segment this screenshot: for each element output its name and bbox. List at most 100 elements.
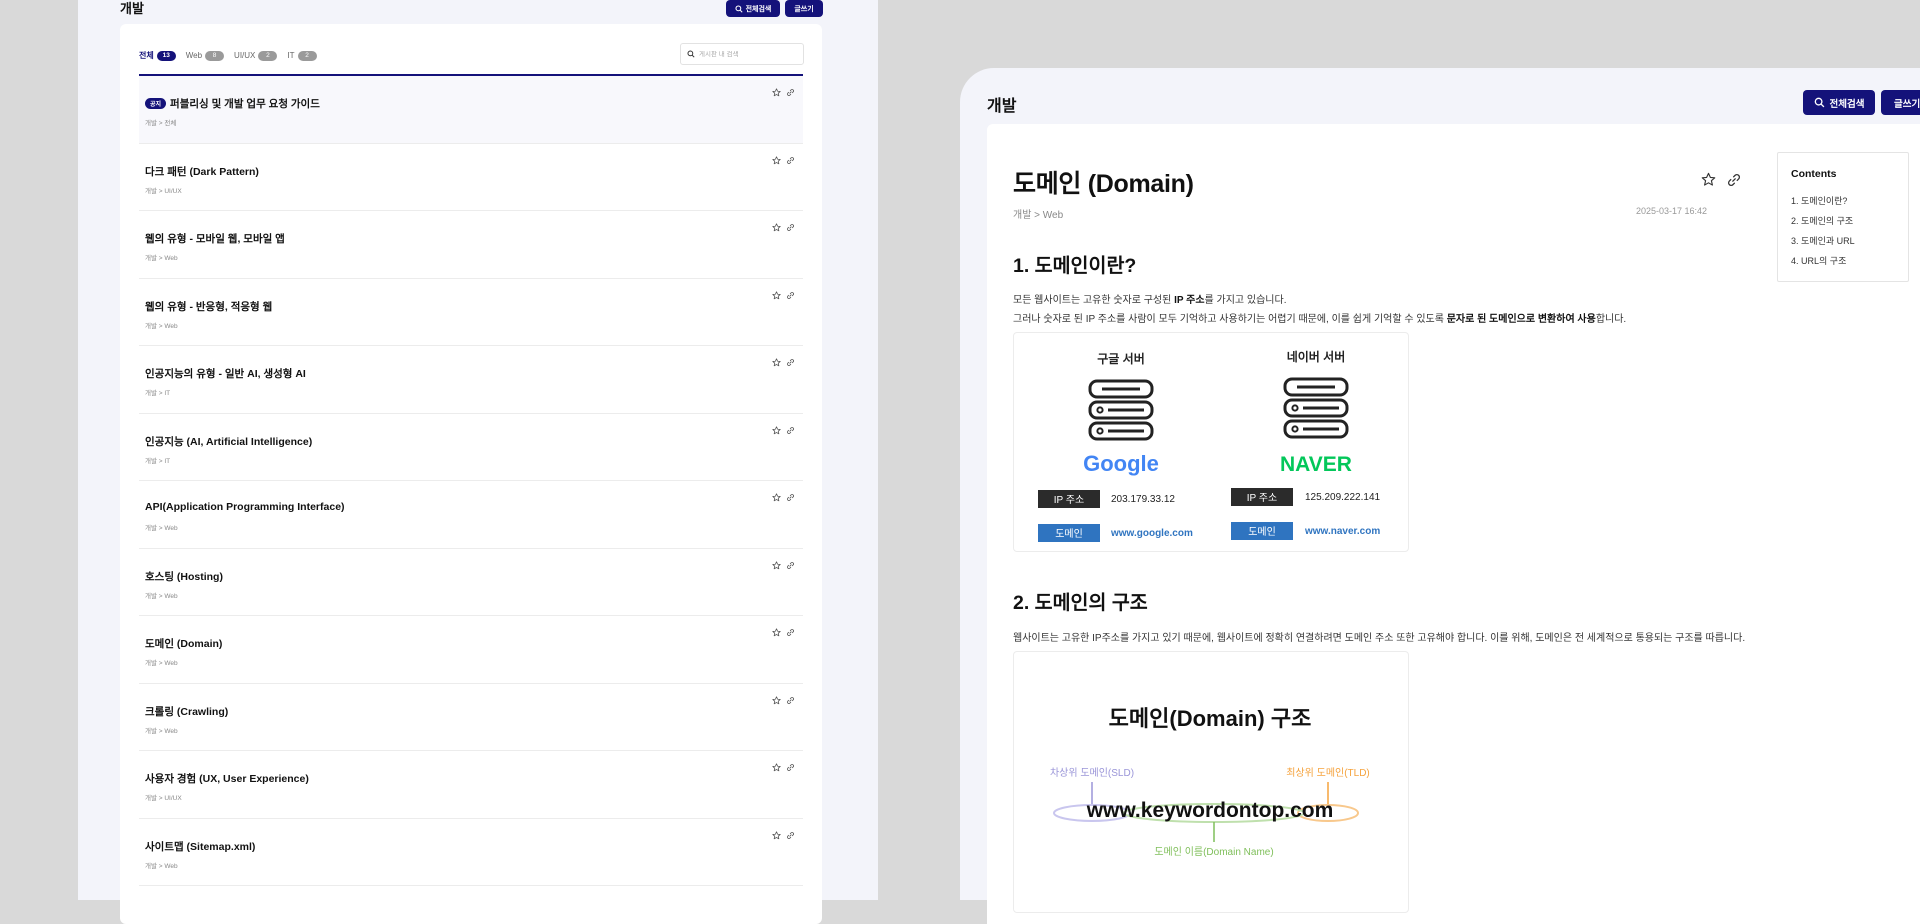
post-actions — [772, 88, 795, 97]
post-row[interactable]: 인공지능의 유형 - 일반 AI, 생성형 AI 개발 > IT — [139, 346, 803, 414]
toc-item[interactable]: 4. URL의 구조 — [1791, 254, 1846, 267]
link-icon[interactable] — [786, 561, 795, 570]
search-all-button[interactable]: 전체검색 — [1803, 90, 1875, 115]
tab-label: IT — [287, 51, 295, 60]
link-icon[interactable] — [786, 493, 795, 502]
post-row[interactable]: API(Application Programming Interface) 개발… — [139, 481, 803, 549]
server-stack-icon — [1088, 379, 1154, 441]
search-all-label: 전체검색 — [1829, 98, 1865, 110]
board-header: 개발 전체검색 글쓰기 — [120, 0, 823, 22]
domain-address: www.naver.com — [1304, 526, 1380, 537]
toc-item[interactable]: 3. 도메인과 URL — [1791, 234, 1855, 247]
count-badge: 13 — [156, 50, 176, 61]
tab-uiux[interactable]: UI/UX 2 — [234, 50, 278, 61]
server-stack-icon — [1283, 377, 1349, 439]
tld-label: 최상위 도메인(TLD) — [1286, 766, 1370, 779]
star-icon[interactable] — [772, 628, 781, 637]
sld-label: 차상위 도메인(SLD) — [1050, 766, 1134, 779]
post-actions — [772, 830, 795, 840]
link-icon[interactable] — [786, 831, 795, 840]
toc-item[interactable]: 2. 도메인의 구조 — [1791, 214, 1853, 227]
post-breadcrumb: 개발 > Web — [145, 322, 178, 330]
post-row[interactable]: 웹의 유형 - 모바일 웹, 모바일 앱 개발 > Web — [139, 211, 803, 279]
link-icon[interactable] — [786, 358, 795, 367]
post-list: 공지 퍼블리싱 및 개발 업무 요청 가이드 개발 > 전체 다크 패턴 (Dark … — [139, 76, 803, 886]
search-all-button[interactable]: 전체검색 — [726, 0, 780, 17]
post-actions — [772, 155, 795, 165]
post-title-text: API(Application Programming Interface) — [145, 501, 345, 513]
star-icon[interactable] — [772, 830, 781, 840]
post-row[interactable]: 웹의 유형 - 반응형, 적응형 웹개발 > Web — [139, 279, 803, 346]
board-list-panel: 개발 전체검색 글쓰기 전체 13 Web 8 UI/UX 2 IT 2 게시판… — [78, 0, 878, 924]
section-heading-1: 1. 도메인이란? — [1013, 255, 1137, 277]
post-title: 다크 패턴 (Dark Pattern) — [145, 164, 259, 179]
board-search-input[interactable] — [699, 50, 799, 58]
post-actions — [772, 358, 795, 367]
post-row[interactable]: 크롤링 (Crawling) 개발 > Web — [139, 684, 803, 751]
ip-address: 203.179.33.12 — [1111, 494, 1175, 505]
post-title: 웹의 유형 - 모바일 웹, 모바일 앱 — [145, 231, 285, 246]
post-title-text: 인공지능 (AI, Artificial Intelligence) — [145, 435, 313, 448]
link-icon[interactable] — [786, 223, 795, 232]
link-icon[interactable] — [1726, 172, 1742, 188]
star-icon[interactable] — [772, 88, 781, 97]
paragraph-3: 웹사이트는 고유한 IP주소를 가지고 있기 때문에, 웹사이트에 정확히 연결… — [1013, 633, 1746, 644]
post-title: 웹의 유형 - 반응형, 적응형 웹 — [145, 299, 272, 314]
toc-title: Contents — [1791, 168, 1837, 180]
article-card: 도메인 (Domain) 개발 > Web 2025-03-17 16:42 1… — [987, 124, 1920, 924]
article-actions — [1701, 172, 1742, 188]
post-title-text: 사이트맵 (Sitemap.xml) — [145, 840, 256, 853]
post-row[interactable]: 공지 퍼블리싱 및 개발 업무 요청 가이드 개발 > 전체 — [139, 76, 803, 144]
post-title: 호스팅 (Hosting) — [145, 569, 223, 584]
count-badge: 2 — [258, 50, 278, 61]
link-icon[interactable] — [786, 426, 795, 435]
star-icon[interactable] — [772, 155, 781, 165]
link-icon[interactable] — [786, 156, 795, 165]
write-button[interactable]: 글쓰기 — [785, 0, 823, 17]
paragraph-2: 그러나 숫자로 된 IP 주소를 사람이 모두 기억하고 사용하기는 어렵기 때… — [1013, 310, 1626, 325]
board-card: 전체 13 Web 8 UI/UX 2 IT 2 공지퍼블리싱 및 개발 업무 … — [120, 24, 822, 924]
star-icon[interactable] — [772, 493, 781, 502]
post-row[interactable]: 호스팅 (Hosting) 개발 > Web — [139, 549, 803, 616]
post-title: 사용자 경험 (UX, User Experience) — [145, 771, 309, 786]
link-icon[interactable] — [786, 763, 795, 772]
post-breadcrumb: 개발 > Web — [145, 862, 178, 870]
post-row[interactable]: 인공지능 (AI, Artificial Intelligence) 개발 > I… — [139, 414, 803, 481]
post-actions — [772, 290, 795, 300]
post-row[interactable]: 도메인 (Domain) 개발 > Web — [139, 616, 803, 684]
write-button[interactable]: 글쓰기 — [1881, 90, 1920, 115]
post-title: API(Application Programming Interface) — [145, 501, 345, 513]
post-actions — [772, 763, 795, 772]
star-icon[interactable] — [772, 560, 781, 570]
tab-all[interactable]: 전체 13 — [139, 50, 176, 61]
toc-item[interactable]: 1. 도메인이란? — [1791, 194, 1847, 207]
article-breadcrumb: 개발 > Web — [1013, 210, 1064, 221]
star-icon[interactable] — [772, 290, 781, 300]
domain-structure-diagram: 도메인(Domain) 구조 차상위 도메인(SLD) 최상위 도메인(TLD)… — [1050, 706, 1370, 858]
star-icon[interactable] — [772, 695, 781, 705]
star-icon[interactable] — [772, 425, 781, 435]
section-heading-2: 2. 도메인의 구조 — [1013, 592, 1148, 614]
star-icon[interactable] — [772, 223, 781, 232]
ip-address: 125.209.222.141 — [1305, 492, 1381, 503]
link-icon[interactable] — [786, 628, 795, 637]
link-icon[interactable] — [786, 88, 795, 97]
domain-name-label: 도메인 이름(Domain Name) — [1154, 846, 1273, 858]
star-icon[interactable] — [1701, 172, 1716, 187]
star-icon[interactable] — [772, 763, 781, 772]
post-breadcrumb: 개발 > Web — [145, 727, 178, 735]
post-row[interactable]: 다크 패턴 (Dark Pattern) 개발 > UI/UX — [139, 144, 803, 211]
board-search — [680, 43, 804, 65]
server-label: 네이버 서버 — [1287, 349, 1346, 364]
post-title-text: 웹의 유형 - 반응형, 적응형 웹 — [145, 300, 273, 313]
tab-web[interactable]: Web 8 — [186, 50, 225, 61]
post-title-text: 인공지능의 유형 - 일반 AI, 생성형 AI — [145, 368, 306, 380]
star-icon[interactable] — [772, 358, 781, 367]
post-title-text: 사용자 경험 (UX, User Experience) — [145, 773, 309, 785]
tab-it[interactable]: IT 2 — [287, 50, 317, 61]
post-row[interactable]: 사용자 경험 (UX, User Experience) 개발 > UI/UX — [139, 751, 803, 819]
link-icon[interactable] — [786, 696, 795, 705]
post-row[interactable]: 사이트맵 (Sitemap.xml) 개발 > Web — [139, 819, 803, 886]
post-actions — [772, 493, 795, 502]
link-icon[interactable] — [786, 291, 795, 300]
